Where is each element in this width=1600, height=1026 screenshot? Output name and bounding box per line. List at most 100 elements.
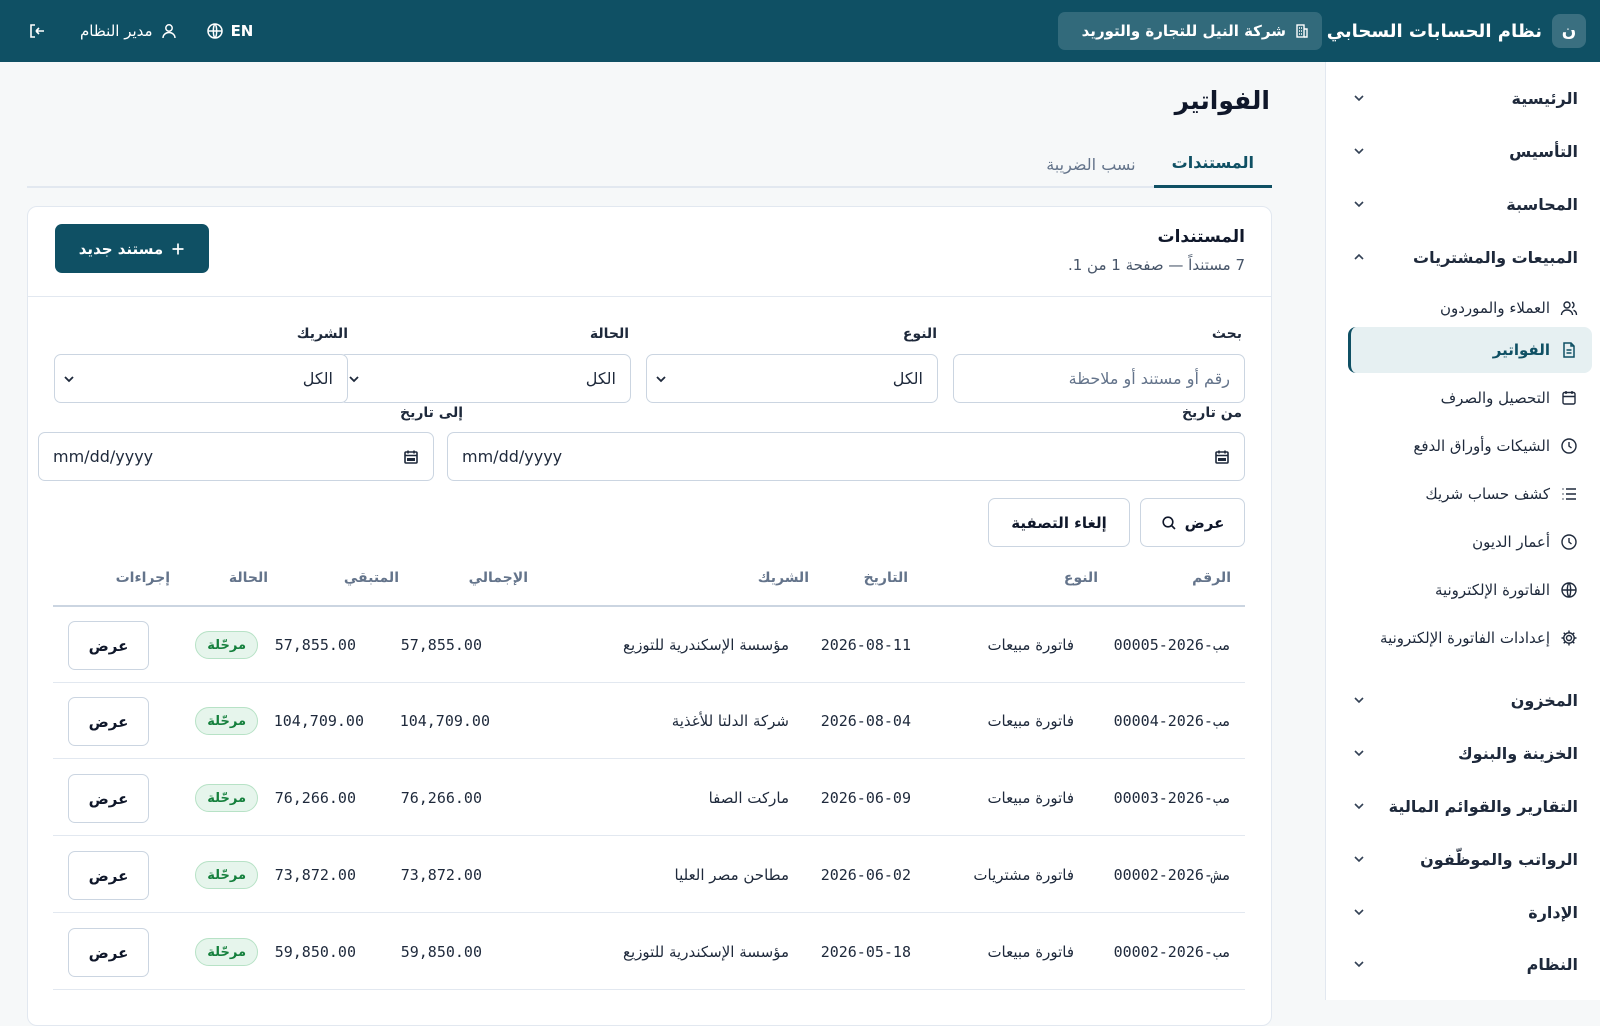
search-input[interactable]: رقم أو مستند أو ملاحظة xyxy=(953,354,1245,403)
column-header-total: الإجمالي xyxy=(468,570,528,586)
cell-total: 57,855.00 xyxy=(400,636,482,654)
clear-filter-button[interactable]: إلغاء التصفية xyxy=(988,498,1130,547)
sidebar-item-cheques[interactable]: الشيكات وأوراق الدفع xyxy=(1348,423,1592,469)
company-switcher[interactable]: شركة النيل للتجارة والتوريد xyxy=(1058,12,1322,50)
search-label: بحث xyxy=(1211,326,1242,342)
document-icon xyxy=(1560,341,1578,359)
new-document-button[interactable]: مستند جديد xyxy=(55,224,209,273)
status-label: الحالة xyxy=(589,326,629,342)
cell-remaining: 73,872.00 xyxy=(274,866,356,884)
cell-partner: مؤسسة الإسكندرية للتوزيع xyxy=(623,636,789,654)
from-date-input[interactable]: mm/dd/yyyy xyxy=(447,432,1245,481)
cell-number: مب-2026-00004 xyxy=(1113,712,1231,730)
clock-icon xyxy=(1560,437,1578,455)
status-select-value: الكل xyxy=(585,369,616,388)
sidebar-item-partner-statement[interactable]: كشف حساب شريك xyxy=(1348,471,1592,517)
view-button[interactable]: عرض xyxy=(68,697,149,746)
status-badge: مرحّلة xyxy=(195,861,258,889)
status-select[interactable]: الكل xyxy=(339,354,631,403)
sidebar-section-label: الرئيسية xyxy=(1511,88,1579,108)
card-subtitle: 7 مستنداً — صفحة 1 من 1. xyxy=(1067,256,1245,274)
column-header-partner: الشريك xyxy=(757,570,809,586)
column-header-status: الحالة xyxy=(228,570,268,586)
tab-tax-rates[interactable]: نسب الضريبة xyxy=(1028,140,1153,188)
chevron-down-icon xyxy=(348,373,360,385)
sidebar-item-invoices[interactable]: الفواتير xyxy=(1348,327,1592,373)
logout-button[interactable] xyxy=(28,22,46,40)
view-button[interactable]: عرض xyxy=(68,851,149,900)
company-name: شركة النيل للتجارة والتوريد xyxy=(1081,22,1286,40)
cell-date: 2026-06-09 xyxy=(820,789,911,807)
user-menu[interactable]: مدير النظام xyxy=(80,22,178,40)
cell-type: فاتورة مبيعات xyxy=(987,636,1074,654)
sidebar-section-label: الخزينة والبنوك xyxy=(1458,743,1578,763)
user-name: مدير النظام xyxy=(80,22,153,40)
sidebar-item-customers-suppliers[interactable]: العملاء والموردون xyxy=(1348,285,1592,331)
building-icon xyxy=(1294,23,1310,39)
tab-documents[interactable]: المستندات xyxy=(1153,140,1272,188)
sidebar-item-e-invoice-settings[interactable]: إعدادات الفاتورة الإلكترونية xyxy=(1348,615,1592,661)
sidebar-item-label: كشف حساب شريك xyxy=(1425,485,1550,503)
show-button[interactable]: عرض xyxy=(1140,498,1245,547)
sidebar-section-setup[interactable]: التأسيس xyxy=(1325,131,1600,171)
view-button[interactable]: عرض xyxy=(68,774,149,823)
sidebar-item-label: أعمار الديون xyxy=(1472,533,1550,551)
sidebar-section-administration[interactable]: الإدارة xyxy=(1325,892,1600,932)
chevron-down-icon xyxy=(655,373,667,385)
cell-number: مب-2026-00003 xyxy=(1113,789,1231,807)
chevron-down-icon xyxy=(1353,853,1365,865)
cell-partner: شركة الدلتا للأغذية xyxy=(671,712,789,730)
column-header-type: النوع xyxy=(1063,570,1098,586)
to-date-label: إلى تاريخ xyxy=(399,405,463,421)
brand[interactable]: ن نظام الحسابات السحابي xyxy=(1327,13,1586,49)
sidebar-section-reports[interactable]: التقارير والقوائم المالية xyxy=(1325,786,1600,826)
cell-remaining: 76,266.00 xyxy=(274,789,356,807)
type-label: النوع xyxy=(902,326,937,342)
language-switcher[interactable]: EN xyxy=(206,22,253,40)
page-title: الفواتير xyxy=(1174,86,1270,115)
table-row: مب-2026-00002 فاتورة مبيعات 2026-05-18 م… xyxy=(53,914,1245,990)
sidebar-item-label: الشيكات وأوراق الدفع xyxy=(1413,437,1550,455)
chevron-down-icon xyxy=(63,373,75,385)
chevron-down-icon xyxy=(1353,906,1365,918)
sidebar-section-treasury[interactable]: الخزينة والبنوك xyxy=(1325,733,1600,773)
chevron-down-icon xyxy=(1353,145,1365,157)
user-icon xyxy=(160,22,178,40)
view-button[interactable]: عرض xyxy=(68,621,149,670)
sidebar-section-accounting[interactable]: المحاسبة xyxy=(1325,184,1600,224)
cell-type: فاتورة مشتريات xyxy=(973,866,1074,884)
calendar-icon[interactable] xyxy=(1214,449,1230,465)
sidebar-item-e-invoice[interactable]: الفاتورة الإلكترونية xyxy=(1348,567,1592,613)
sidebar-section-label: المبيعات والمشتريات xyxy=(1413,247,1578,267)
sidebar-section-payroll[interactable]: الرواتب والموظّفون xyxy=(1325,839,1600,879)
clock-icon xyxy=(1560,533,1578,551)
cell-type: فاتورة مبيعات xyxy=(987,943,1074,961)
calendar-icon xyxy=(1560,389,1578,407)
sidebar-section-home[interactable]: الرئيسية xyxy=(1325,78,1600,118)
sidebar-item-label: التحصيل والصرف xyxy=(1440,389,1550,407)
calendar-icon[interactable] xyxy=(403,449,419,465)
app-title: نظام الحسابات السحابي xyxy=(1326,20,1542,42)
to-date-input[interactable]: mm/dd/yyyy xyxy=(38,432,434,481)
cell-number: مش-2026-00002 xyxy=(1113,866,1231,884)
sidebar-item-label: إعدادات الفاتورة الإلكترونية xyxy=(1380,629,1550,647)
chevron-down-icon xyxy=(1353,800,1365,812)
tab-bar: المستندات نسب الضريبة xyxy=(27,140,1272,188)
sidebar-item-label: الفاتورة الإلكترونية xyxy=(1434,581,1550,599)
plus-icon xyxy=(171,242,185,256)
view-button[interactable]: عرض xyxy=(68,928,149,977)
type-select[interactable]: الكل xyxy=(646,354,938,403)
sidebar-item-debt-aging[interactable]: أعمار الديون xyxy=(1348,519,1592,565)
sidebar-section-inventory[interactable]: المخزون xyxy=(1325,680,1600,720)
sidebar-section-sales-purchases[interactable]: المبيعات والمشتريات xyxy=(1325,237,1600,277)
sidebar-section-system[interactable]: النظام xyxy=(1325,944,1600,984)
sidebar-item-label: الفواتير xyxy=(1492,341,1550,359)
brand-logo: ن xyxy=(1552,14,1586,48)
chevron-down-icon xyxy=(1353,694,1365,706)
chevron-up-icon xyxy=(1353,251,1365,263)
cell-remaining: 57,855.00 xyxy=(274,636,356,654)
sidebar-item-collection-payment[interactable]: التحصيل والصرف xyxy=(1348,375,1592,421)
partner-select[interactable]: الكل xyxy=(54,354,348,403)
sidebar-section-label: الإدارة xyxy=(1528,902,1578,922)
sidebar-section-label: الرواتب والموظّفون xyxy=(1420,849,1578,869)
